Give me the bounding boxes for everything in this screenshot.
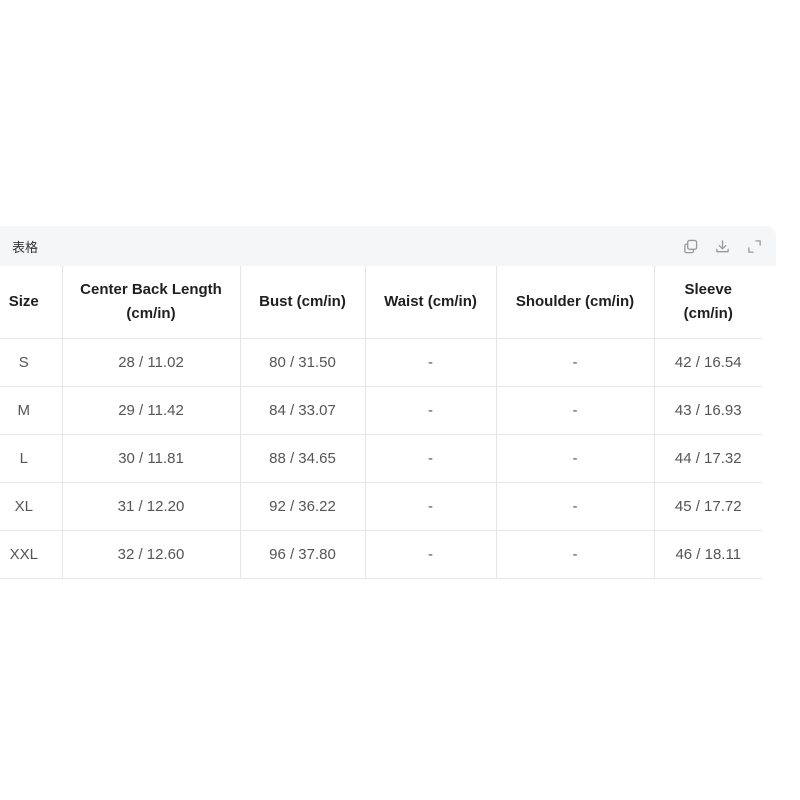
column-header-bust: Bust (cm/in)	[240, 266, 366, 339]
table-header-row: Size Center Back Length (cm/in) Bust (cm…	[0, 266, 762, 339]
cell-waist: -	[365, 386, 497, 435]
cell-size: L	[0, 434, 63, 483]
cell-sleeve: 43 / 16.93	[654, 386, 762, 435]
column-header-center-back-length: Center Back Length (cm/in)	[62, 266, 241, 339]
cell-center-back-length: 32 / 12.60	[62, 530, 241, 579]
table-toolbar	[682, 238, 762, 254]
cell-size: S	[0, 338, 63, 387]
cell-bust: 84 / 33.07	[240, 386, 366, 435]
column-header-sleeve: Sleeve (cm/in)	[654, 266, 762, 339]
cell-center-back-length: 29 / 11.42	[62, 386, 241, 435]
cell-shoulder: -	[496, 530, 655, 579]
cell-bust: 92 / 36.22	[240, 482, 366, 531]
table-row: XL 31 / 12.20 92 / 36.22 - - 45 / 17.72	[0, 482, 762, 531]
cell-waist: -	[365, 434, 497, 483]
cell-bust: 80 / 31.50	[240, 338, 366, 387]
cell-center-back-length: 31 / 12.20	[62, 482, 241, 531]
cell-shoulder: -	[496, 338, 655, 387]
column-header-size: Size	[0, 266, 63, 339]
column-header-shoulder: Shoulder (cm/in)	[496, 266, 655, 339]
table-card: 表格 Size Center Back Length (cm/in) Bust …	[0, 226, 776, 579]
expand-icon[interactable]	[746, 238, 762, 254]
table-card-title: 表格	[12, 240, 39, 256]
copy-icon[interactable]	[682, 238, 698, 254]
cell-waist: -	[365, 530, 497, 579]
table-row: S 28 / 11.02 80 / 31.50 - - 42 / 16.54	[0, 338, 762, 387]
cell-waist: -	[365, 482, 497, 531]
table-row: XXL 32 / 12.60 96 / 37.80 - - 46 / 18.11	[0, 530, 762, 579]
cell-size: XXL	[0, 530, 63, 579]
cell-sleeve: 42 / 16.54	[654, 338, 762, 387]
cell-shoulder: -	[496, 434, 655, 483]
cell-size: XL	[0, 482, 63, 531]
table-row: L 30 / 11.81 88 / 34.65 - - 44 / 17.32	[0, 434, 762, 483]
cell-center-back-length: 28 / 11.02	[62, 338, 241, 387]
size-table: Size Center Back Length (cm/in) Bust (cm…	[0, 266, 762, 579]
download-icon[interactable]	[714, 238, 730, 254]
cell-shoulder: -	[496, 386, 655, 435]
cell-center-back-length: 30 / 11.81	[62, 434, 241, 483]
cell-size: M	[0, 386, 63, 435]
table-card-header: 表格	[0, 226, 776, 266]
cell-waist: -	[365, 338, 497, 387]
cell-bust: 88 / 34.65	[240, 434, 366, 483]
cell-sleeve: 46 / 18.11	[654, 530, 762, 579]
cell-sleeve: 45 / 17.72	[654, 482, 762, 531]
table-row: M 29 / 11.42 84 / 33.07 - - 43 / 16.93	[0, 386, 762, 435]
column-header-waist: Waist (cm/in)	[365, 266, 497, 339]
cell-bust: 96 / 37.80	[240, 530, 366, 579]
cell-shoulder: -	[496, 482, 655, 531]
cell-sleeve: 44 / 17.32	[654, 434, 762, 483]
